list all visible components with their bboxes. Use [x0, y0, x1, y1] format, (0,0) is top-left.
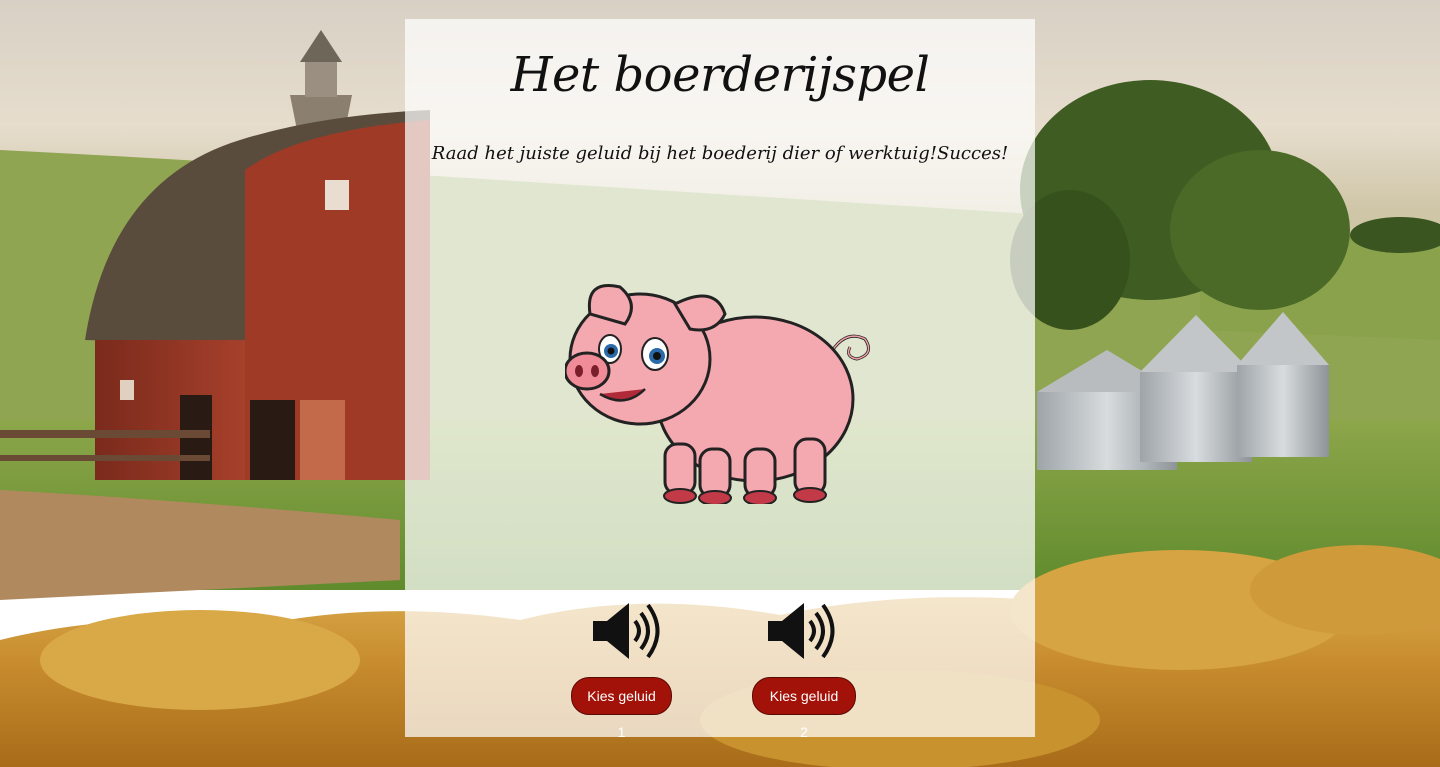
speaker-icon[interactable]	[591, 599, 663, 663]
choose-sound-2-button[interactable]: Kies geluid 2	[752, 677, 856, 740]
pig-illustration	[565, 284, 871, 504]
game-instructions: Raad het juiste geluid bij het boederij …	[431, 143, 1009, 164]
game-panel: Het boerderijspel Raad het juiste geluid…	[405, 19, 1035, 740]
choose-sound-1-button[interactable]: Kies geluid 1	[571, 677, 672, 740]
speaker-icon[interactable]	[766, 599, 838, 663]
page-title: Het boerderijspel	[510, 47, 930, 103]
